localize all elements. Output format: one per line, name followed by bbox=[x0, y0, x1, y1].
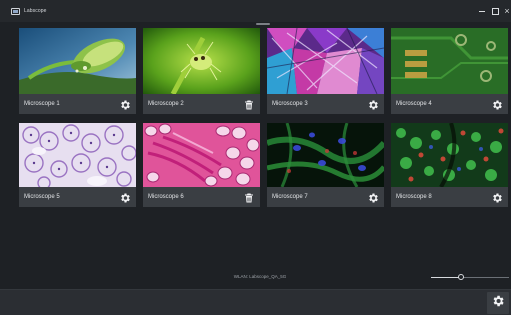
microscope-name: Microscope 7 bbox=[272, 194, 308, 200]
card-caption: Microscope 1 bbox=[19, 94, 136, 114]
card-caption: Microscope 5 bbox=[19, 187, 136, 207]
microscope-preview-image[interactable] bbox=[19, 123, 136, 187]
app-window: Labscope × Microscope 1 Microscope 2 Mic… bbox=[0, 0, 511, 315]
zoom-slider[interactable] bbox=[431, 274, 509, 281]
microscope-preview-image[interactable] bbox=[143, 123, 260, 187]
bottom-toolbar bbox=[0, 289, 511, 315]
card-caption: Microscope 3 bbox=[267, 94, 384, 114]
zoom-slider-fill bbox=[431, 277, 461, 278]
microscope-preview-image[interactable] bbox=[143, 28, 260, 94]
maximize-button[interactable] bbox=[490, 5, 500, 17]
microscope-name: Microscope 5 bbox=[24, 194, 60, 200]
gear-icon[interactable] bbox=[367, 98, 379, 110]
card-caption: Microscope 2 bbox=[143, 94, 260, 114]
trash-icon[interactable] bbox=[243, 98, 255, 110]
microscope-preview-image[interactable] bbox=[391, 123, 508, 187]
microscope-name: Microscope 3 bbox=[272, 101, 308, 107]
window-controls: × bbox=[477, 0, 511, 22]
wlan-status: WLAN: Labscope_QA_5G bbox=[233, 274, 287, 279]
title-bar[interactable]: Labscope × bbox=[0, 0, 511, 22]
app-logo-icon bbox=[11, 7, 20, 15]
microscope-grid: Microscope 1 Microscope 2 Microscope 3 M… bbox=[19, 28, 510, 218]
card-caption: Microscope 4 bbox=[391, 94, 508, 114]
gear-icon[interactable] bbox=[119, 98, 131, 110]
microscope-preview-image[interactable] bbox=[267, 28, 384, 94]
microscope-name: Microscope 8 bbox=[396, 194, 432, 200]
microscope-preview-image[interactable] bbox=[267, 123, 384, 187]
trash-icon[interactable] bbox=[243, 191, 255, 203]
card-caption: Microscope 6 bbox=[143, 187, 260, 207]
close-button[interactable]: × bbox=[503, 5, 511, 17]
microscope-name: Microscope 1 bbox=[24, 101, 60, 107]
window-title: Labscope bbox=[24, 8, 47, 14]
microscope-name: Microscope 6 bbox=[148, 194, 184, 200]
settings-button[interactable] bbox=[487, 292, 509, 314]
zoom-slider-thumb[interactable] bbox=[457, 274, 464, 280]
minimize-button[interactable] bbox=[477, 5, 487, 17]
card-caption: Microscope 8 bbox=[391, 187, 508, 207]
gear-icon bbox=[491, 294, 505, 313]
microscope-name: Microscope 2 bbox=[148, 101, 184, 107]
microscope-name: Microscope 4 bbox=[396, 101, 432, 107]
pull-handle[interactable] bbox=[256, 23, 270, 25]
gear-icon[interactable] bbox=[367, 191, 379, 203]
card-caption: Microscope 7 bbox=[267, 187, 384, 207]
microscope-preview-image[interactable] bbox=[19, 28, 136, 94]
gear-icon[interactable] bbox=[491, 98, 503, 110]
microscope-preview-image[interactable] bbox=[391, 28, 508, 94]
gear-icon[interactable] bbox=[491, 191, 503, 203]
gear-icon[interactable] bbox=[119, 191, 131, 203]
